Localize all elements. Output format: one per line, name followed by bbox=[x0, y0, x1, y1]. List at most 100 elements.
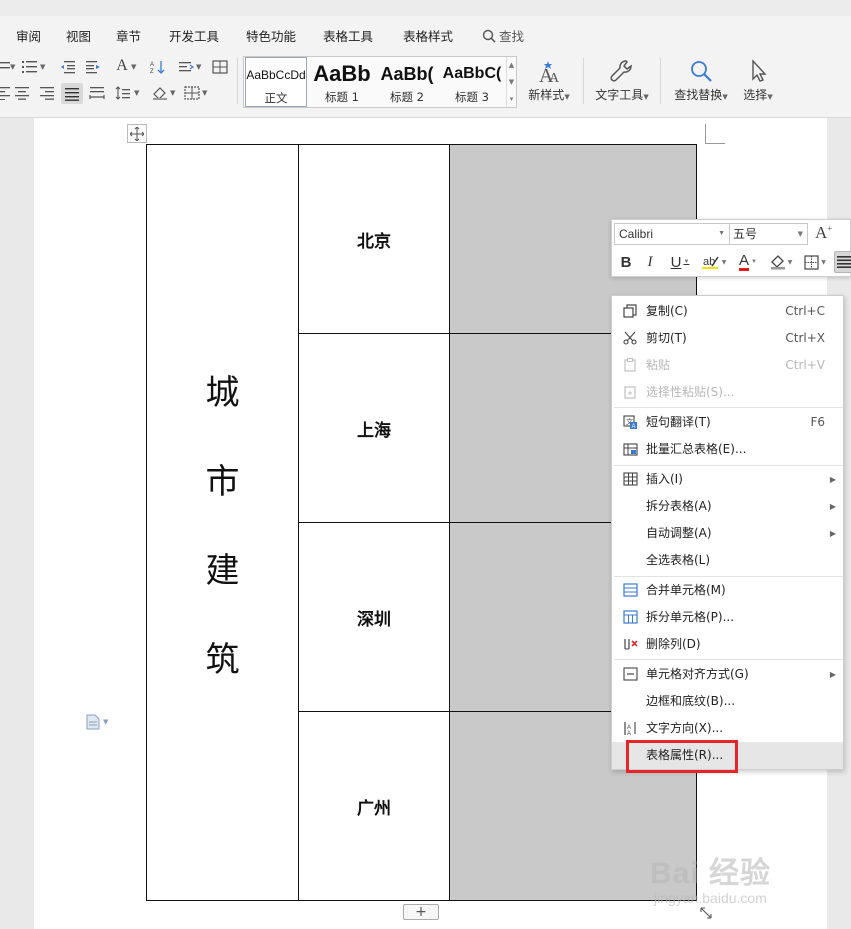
menu-item-insert[interactable]: 插入(I) ▶ bbox=[612, 466, 843, 493]
shading-icon[interactable] bbox=[150, 84, 170, 102]
scroll-down-icon[interactable]: ▼ bbox=[509, 78, 514, 86]
mini-toolbar: Calibri ▼ 五号 ▼ A+ B I U ▼ ab ▼ A ▼ ▼ ▼ bbox=[611, 219, 851, 277]
font-name-value: Calibri bbox=[619, 227, 654, 241]
city-cell[interactable]: 广州 bbox=[298, 711, 450, 901]
menu-item-borders-shading[interactable]: 边框和底纹(B)... bbox=[612, 688, 843, 715]
font-size-value: 五号 bbox=[733, 227, 758, 241]
style-name: 标题 1 bbox=[325, 90, 359, 104]
justify-icon[interactable] bbox=[61, 83, 83, 104]
chevron-down-icon[interactable]: ▼ bbox=[40, 63, 45, 71]
menu-item-translate[interactable]: 文A 短句翻译(T) F6 bbox=[612, 409, 843, 436]
add-row-button[interactable]: + bbox=[403, 904, 439, 920]
paragraph-spacing-icon[interactable] bbox=[113, 84, 133, 102]
vertical-text: 城 市 建 筑 bbox=[147, 365, 298, 681]
menu-item-text-direction[interactable]: AA 文字方向(X)... bbox=[612, 715, 843, 742]
grow-font-button[interactable]: A+ bbox=[815, 223, 832, 243]
menu-item-cell-alignment[interactable]: 单元格对齐方式(G) ▶ bbox=[612, 661, 843, 688]
distributed-align-icon[interactable] bbox=[87, 84, 107, 102]
search-label: 查找 bbox=[499, 29, 525, 44]
document-icon bbox=[86, 714, 100, 730]
menu-item-shortcut: Ctrl+V bbox=[785, 358, 825, 372]
chevron-down-icon[interactable]: ▼ bbox=[131, 63, 136, 71]
tab-table-tools[interactable]: 表格工具 bbox=[323, 26, 373, 45]
side-document-button[interactable]: ▼ bbox=[86, 714, 108, 730]
menu-item-shortcut: Ctrl+C bbox=[785, 304, 825, 318]
select-button[interactable]: 选择▼ bbox=[739, 58, 777, 103]
chevron-down-icon[interactable]: ▼ bbox=[170, 89, 175, 97]
scissors-icon bbox=[622, 330, 638, 346]
tab-chapter[interactable]: 章节 bbox=[116, 26, 141, 45]
menu-item-paste[interactable]: 粘贴 Ctrl+V bbox=[612, 352, 843, 379]
underline-button[interactable]: U ▼ bbox=[666, 251, 694, 273]
chevron-down-icon[interactable]: ▼ bbox=[202, 89, 207, 97]
tab-special-features[interactable]: 特色功能 bbox=[246, 26, 296, 45]
menu-item-split-table[interactable]: 拆分表格(A) ▶ bbox=[612, 493, 843, 520]
table-grid-icon[interactable] bbox=[210, 58, 230, 76]
chevron-down-icon: ▼ bbox=[721, 258, 727, 266]
font-color-button[interactable]: A ▼ bbox=[735, 251, 761, 273]
search-tab[interactable]: 查找 bbox=[482, 26, 524, 45]
numbered-list-icon[interactable] bbox=[20, 58, 40, 76]
tab-table-style[interactable]: 表格样式 bbox=[403, 26, 453, 45]
italic-button[interactable]: I bbox=[640, 251, 660, 273]
text-tools-button[interactable]: 文字工具▼ bbox=[592, 58, 652, 103]
sort-icon[interactable]: AZ bbox=[148, 58, 168, 76]
city-cell[interactable]: 深圳 bbox=[298, 522, 450, 712]
table-resize-icon[interactable] bbox=[699, 906, 715, 922]
expand-gallery-icon[interactable]: ▾ bbox=[510, 95, 514, 103]
menu-item-label: 短句翻译(T) bbox=[646, 415, 711, 429]
menu-item-delete-column[interactable]: 删除列(D) bbox=[612, 631, 843, 658]
menu-item-select-table[interactable]: 全选表格(L) bbox=[612, 547, 843, 574]
style-heading-1[interactable]: AaBb 标题 1 bbox=[310, 57, 374, 107]
chevron-down-icon[interactable]: ▼ bbox=[10, 63, 15, 71]
menu-item-copy[interactable]: 复制(C) Ctrl+C bbox=[612, 298, 843, 325]
find-replace-button[interactable]: 查找替换▼ bbox=[670, 58, 732, 103]
bold-button[interactable]: B bbox=[616, 251, 636, 273]
menu-item-split-cells[interactable]: 拆分单元格(P)... bbox=[612, 604, 843, 631]
menu-item-label: 删除列(D) bbox=[646, 637, 701, 651]
menu-item-batch-summary[interactable]: 批量汇总表格(E)... bbox=[612, 436, 843, 463]
line-spacing-icon[interactable] bbox=[176, 58, 196, 76]
style-heading-2[interactable]: AaBb( 标题 2 bbox=[376, 57, 438, 107]
tab-developer[interactable]: 开发工具 bbox=[169, 26, 219, 45]
city-cell[interactable]: 上海 bbox=[298, 333, 450, 523]
menu-item-label: 粘贴 bbox=[646, 358, 671, 372]
borders-icon[interactable] bbox=[182, 84, 202, 102]
increase-indent-icon[interactable] bbox=[83, 58, 103, 76]
chevron-down-icon: ▼ bbox=[787, 258, 793, 266]
align-center-icon[interactable] bbox=[12, 84, 32, 102]
font-size-select[interactable]: 五号 ▼ bbox=[729, 223, 808, 245]
category-char: 筑 bbox=[205, 639, 240, 680]
menu-item-cut[interactable]: 剪切(T) Ctrl+X bbox=[612, 325, 843, 352]
borders-button[interactable]: ▼ bbox=[800, 251, 830, 273]
chevron-down-icon[interactable]: ▼ bbox=[134, 89, 139, 97]
decrease-indent-icon[interactable] bbox=[58, 58, 78, 76]
chevron-down-icon[interactable]: ▼ bbox=[196, 63, 201, 71]
tab-review[interactable]: 审阅 bbox=[16, 26, 41, 45]
table-move-handle[interactable] bbox=[127, 124, 147, 143]
chevron-down-icon: ▼ bbox=[683, 259, 690, 265]
chevron-down-icon: ▼ bbox=[643, 93, 649, 101]
chevron-down-icon: ▼ bbox=[718, 230, 725, 237]
svg-text:A: A bbox=[150, 62, 154, 68]
menu-item-autofit[interactable]: 自动调整(A) ▶ bbox=[612, 520, 843, 547]
style-heading-3[interactable]: AaBbC( 标题 3 bbox=[440, 57, 504, 107]
style-normal[interactable]: AaBbCcDd 正文 bbox=[245, 57, 307, 107]
align-button[interactable] bbox=[834, 251, 851, 273]
styles-scrollbar[interactable]: ▲ ▼ ▾ bbox=[506, 57, 516, 107]
merged-category-cell[interactable]: 城 市 建 筑 bbox=[146, 144, 299, 901]
tab-view[interactable]: 视图 bbox=[66, 26, 91, 45]
align-right-icon[interactable] bbox=[37, 84, 57, 102]
font-color-label: A bbox=[739, 252, 750, 271]
menu-item-paste-special[interactable]: 选择性粘贴(S)... bbox=[612, 379, 843, 406]
change-case-icon[interactable]: A bbox=[112, 57, 132, 75]
menu-item-merge-cells[interactable]: 合并单元格(M) bbox=[612, 577, 843, 604]
font-name-select[interactable]: Calibri ▼ bbox=[614, 223, 730, 245]
shading-button[interactable]: ▼ bbox=[766, 251, 796, 273]
new-style-button[interactable]: AA 新样式▼ bbox=[526, 58, 572, 103]
highlight-button[interactable]: ab ▼ bbox=[699, 251, 729, 273]
style-name: 标题 2 bbox=[390, 90, 424, 104]
scroll-up-icon[interactable]: ▲ bbox=[509, 61, 514, 69]
city-cell[interactable]: 北京 bbox=[298, 144, 450, 334]
menu-item-label: 合并单元格(M) bbox=[646, 583, 726, 597]
